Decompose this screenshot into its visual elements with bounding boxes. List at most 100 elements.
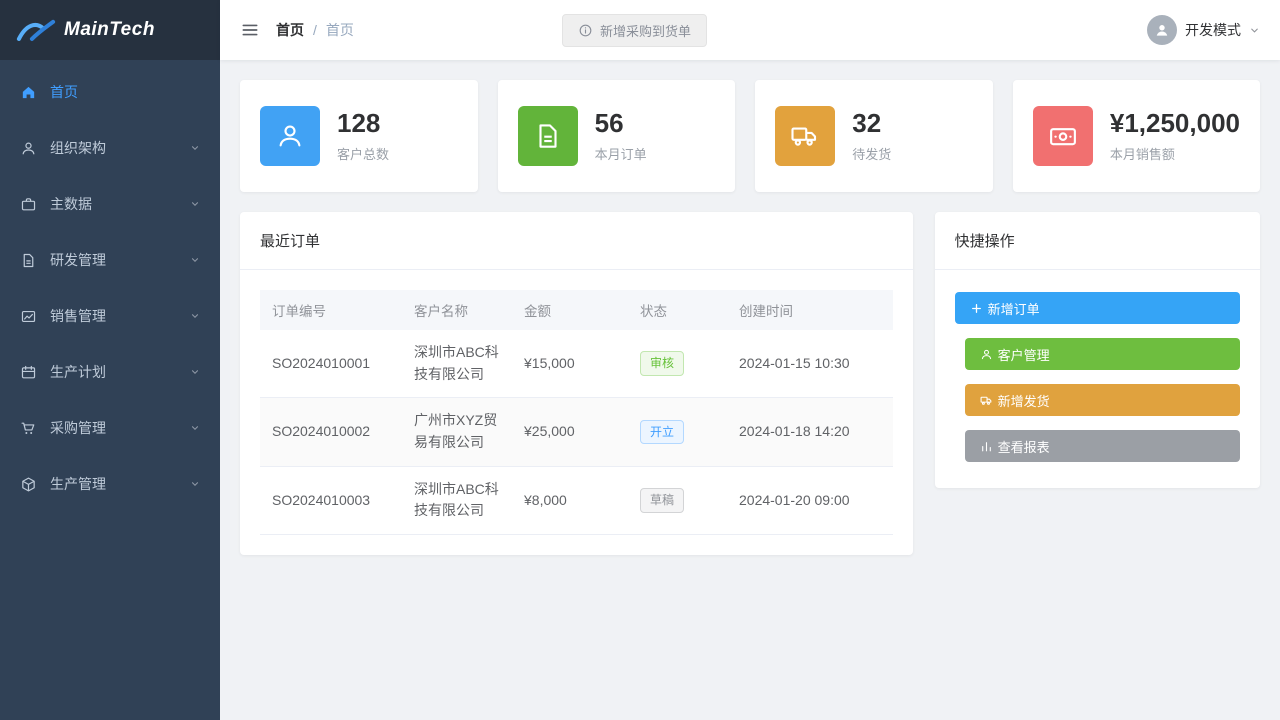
stat-value: 32: [852, 109, 891, 139]
user-mode-label: 开发模式: [1185, 20, 1241, 40]
orders-table: 订单编号 客户名称 金额 状态 创建时间 SO2024010001: [260, 290, 893, 535]
plus-icon: [970, 302, 983, 315]
new-order-button[interactable]: 新增订单: [955, 292, 1240, 324]
panel-title: 最近订单: [240, 212, 913, 270]
created-cell: 2024-01-18 14:20: [727, 398, 893, 466]
sidebar-item-label: 首页: [50, 82, 78, 102]
amount-cell: ¥25,000: [512, 398, 628, 466]
sidebar-item-label: 销售管理: [50, 306, 106, 326]
hamburger-icon[interactable]: [240, 20, 260, 40]
sidebar-item-production-plan[interactable]: 生产计划: [0, 344, 220, 400]
stat-card-monthly-sales: ¥1,250,000 本月销售额: [1013, 80, 1260, 192]
order-no-cell: SO2024010001: [260, 330, 402, 398]
column-header-order-no: 订单编号: [260, 290, 402, 330]
info-icon: [578, 23, 593, 38]
sidebar-item-home[interactable]: 首页: [0, 64, 220, 120]
breadcrumb-current: 首页: [326, 20, 354, 40]
column-header-created: 创建时间: [727, 290, 893, 330]
sidebar-item-sales-management[interactable]: 销售管理: [0, 288, 220, 344]
table-row: SO2024010003 深圳市ABC科技有限公司 ¥8,000 草稿 2024…: [260, 466, 893, 534]
main-area: 首页 / 首页 新增采购到货单 开发模式: [220, 0, 1280, 720]
stat-card-orders: 56 本月订单: [498, 80, 736, 192]
sidebar: MainTech 首页 组织架构: [0, 0, 220, 720]
status-badge: 开立: [640, 420, 684, 445]
calendar-icon: [20, 364, 37, 381]
truck-icon: [775, 106, 835, 166]
stat-label: 本月销售额: [1110, 144, 1240, 163]
document-icon: [20, 252, 37, 269]
stat-card-pending-shipments: 32 待发货: [755, 80, 993, 192]
document-icon: [518, 106, 578, 166]
chevron-down-icon: [190, 311, 200, 321]
sidebar-nav: 首页 组织架构 主数据: [0, 60, 220, 512]
sidebar-item-rd-management[interactable]: 研发管理: [0, 232, 220, 288]
sidebar-item-label: 生产计划: [50, 362, 106, 382]
sidebar-item-organization[interactable]: 组织架构: [0, 120, 220, 176]
column-header-status: 状态: [628, 290, 727, 330]
customer-cell: 深圳市ABC科技有限公司: [402, 330, 512, 398]
customer-management-button[interactable]: 客户管理: [965, 338, 1240, 370]
status-badge: 草稿: [640, 488, 684, 513]
user-icon: [20, 140, 37, 157]
sidebar-item-label: 采购管理: [50, 418, 106, 438]
user-menu[interactable]: 开发模式: [1147, 15, 1260, 45]
stat-value: ¥1,250,000: [1110, 109, 1240, 139]
panel-title: 快捷操作: [935, 212, 1260, 270]
column-header-amount: 金额: [512, 290, 628, 330]
header-action-label: 新增采购到货单: [600, 21, 691, 40]
user-icon: [260, 106, 320, 166]
table-row: SO2024010001 深圳市ABC科技有限公司 ¥15,000 审核 202…: [260, 330, 893, 398]
page-content: 128 客户总数 56 本月订单: [220, 60, 1280, 720]
table-row: SO2024010002 广州市XYZ贸易有限公司 ¥25,000 开立 202…: [260, 398, 893, 466]
created-cell: 2024-01-15 10:30: [727, 330, 893, 398]
box-icon: [20, 476, 37, 493]
chart-icon: [20, 308, 37, 325]
sidebar-item-master-data[interactable]: 主数据: [0, 176, 220, 232]
order-no-cell: SO2024010003: [260, 466, 402, 534]
quick-actions-panel: 快捷操作 新增订单 客户管理: [935, 212, 1260, 488]
truck-icon: [980, 394, 993, 407]
avatar: [1147, 15, 1177, 45]
app-root: MainTech 首页 组织架构: [0, 0, 1280, 720]
new-shipment-button[interactable]: 新增发货: [965, 384, 1240, 416]
home-icon: [20, 84, 37, 101]
breadcrumb-home[interactable]: 首页: [276, 20, 304, 40]
stat-label: 本月订单: [595, 144, 647, 163]
recent-orders-panel: 最近订单 订单编号 客户名称 金额 状态 创建时间: [240, 212, 913, 555]
briefcase-icon: [20, 196, 37, 213]
logo-swoosh-icon: [16, 17, 56, 43]
stat-label: 待发货: [852, 144, 891, 163]
breadcrumb-separator: /: [313, 22, 317, 38]
breadcrumb: 首页 / 首页: [276, 20, 354, 40]
new-purchase-receipt-button[interactable]: 新增采购到货单: [562, 14, 707, 47]
money-icon: [1033, 106, 1093, 166]
sidebar-item-label: 研发管理: [50, 250, 106, 270]
chevron-down-icon: [190, 367, 200, 377]
stat-value: 56: [595, 109, 647, 139]
stat-label: 客户总数: [337, 144, 389, 163]
customer-cell: 广州市XYZ贸易有限公司: [402, 398, 512, 466]
view-reports-button[interactable]: 查看报表: [965, 430, 1240, 462]
chevron-down-icon: [190, 199, 200, 209]
amount-cell: ¥8,000: [512, 466, 628, 534]
chevron-down-icon: [1249, 25, 1260, 36]
stats-row: 128 客户总数 56 本月订单: [240, 80, 1260, 192]
customer-cell: 深圳市ABC科技有限公司: [402, 466, 512, 534]
panels-row: 最近订单 订单编号 客户名称 金额 状态 创建时间: [240, 212, 1260, 555]
sidebar-item-label: 主数据: [50, 194, 92, 214]
logo[interactable]: MainTech: [0, 0, 220, 60]
chevron-down-icon: [190, 143, 200, 153]
status-cell: 草稿: [628, 466, 727, 534]
sidebar-item-label: 组织架构: [50, 138, 106, 158]
status-cell: 开立: [628, 398, 727, 466]
sidebar-item-purchase-management[interactable]: 采购管理: [0, 400, 220, 456]
status-cell: 审核: [628, 330, 727, 398]
order-no-cell: SO2024010002: [260, 398, 402, 466]
top-header: 首页 / 首页 新增采购到货单 开发模式: [220, 0, 1280, 60]
table-header-row: 订单编号 客户名称 金额 状态 创建时间: [260, 290, 893, 330]
stat-value: 128: [337, 109, 389, 139]
logo-text: MainTech: [64, 19, 155, 41]
cart-icon: [20, 420, 37, 437]
quick-button-label: 客户管理: [998, 345, 1050, 364]
sidebar-item-manufacturing-management[interactable]: 生产管理: [0, 456, 220, 512]
